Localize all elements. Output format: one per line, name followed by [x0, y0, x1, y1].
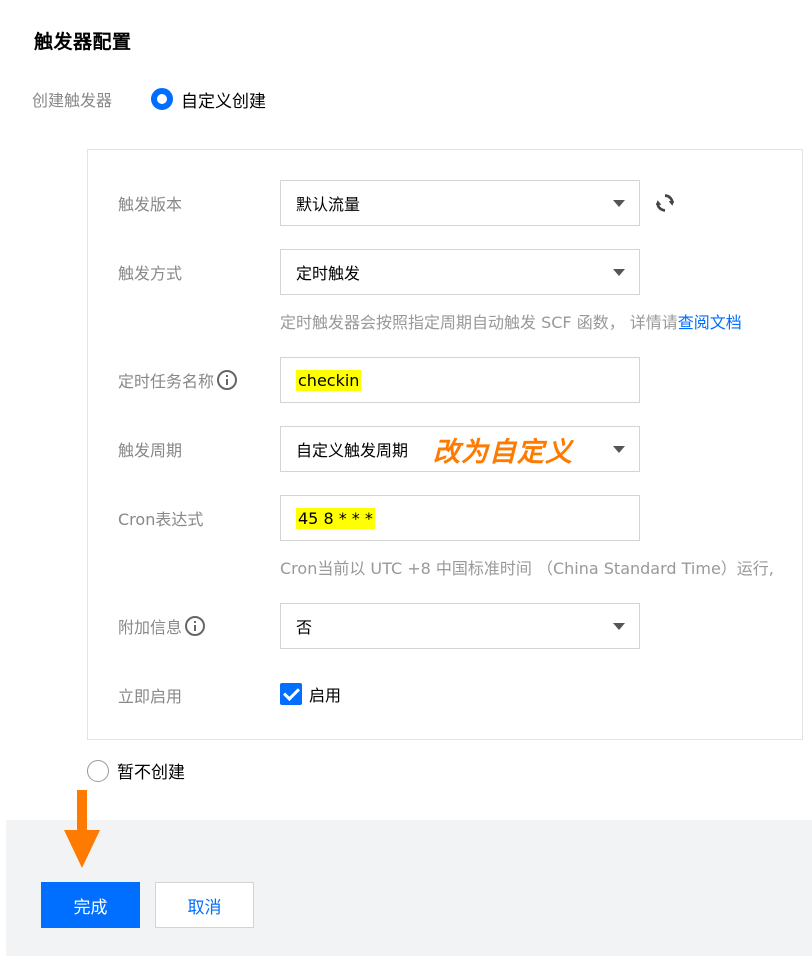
- refresh-icon[interactable]: [654, 192, 676, 214]
- period-label: 触发周期: [118, 441, 183, 460]
- method-select-value: 定时触发: [296, 264, 361, 283]
- caret-down-icon: [613, 200, 625, 207]
- skip-create-row: 暂不创建: [87, 758, 185, 783]
- task-name-input[interactable]: checkin: [280, 357, 640, 403]
- extra-select-value: 否: [296, 618, 313, 637]
- confirm-button[interactable]: 完成: [41, 882, 140, 928]
- caret-down-icon: [613, 269, 625, 276]
- version-label: 触发版本: [118, 195, 183, 214]
- radio-custom-create[interactable]: [151, 88, 173, 110]
- page-title: 触发器配置: [34, 31, 132, 53]
- method-select[interactable]: 定时触发: [280, 249, 640, 295]
- enable-checkbox-label[interactable]: 启用: [309, 682, 341, 706]
- radio-skip-create-label[interactable]: 暂不创建: [117, 758, 185, 783]
- cron-label: Cron表达式: [118, 510, 204, 529]
- cron-input[interactable]: 45 8 * * *: [280, 495, 640, 541]
- version-select[interactable]: 默认流量: [280, 180, 640, 226]
- checkmark-icon[interactable]: [280, 683, 302, 705]
- method-hint: 定时触发器会按照指定周期自动触发 SCF 函数， 详情请查阅文档: [280, 313, 742, 332]
- cancel-button[interactable]: 取消: [155, 882, 254, 928]
- info-icon[interactable]: [185, 616, 206, 636]
- task-name-label: 定时任务名称: [118, 368, 238, 392]
- enable-checkbox-group[interactable]: 启用: [280, 682, 341, 706]
- create-trigger-label: 创建触发器: [32, 91, 113, 110]
- docs-link[interactable]: 查阅文档: [678, 313, 742, 332]
- enable-label: 立即启用: [118, 687, 183, 706]
- method-label: 触发方式: [118, 264, 183, 283]
- cron-value: 45 8 * * *: [296, 507, 375, 529]
- radio-custom-create-label[interactable]: 自定义创建: [181, 87, 266, 112]
- caret-down-icon: [613, 446, 625, 453]
- annotation-text: 改为自定义: [433, 437, 573, 468]
- cron-hint: Cron当前以 UTC +8 中国标准时间 （China Standard Ti…: [280, 559, 774, 578]
- period-select-value: 自定义触发周期: [296, 441, 409, 460]
- info-icon[interactable]: [217, 370, 238, 390]
- arrow-down-icon: [64, 790, 100, 868]
- create-trigger-row: 创建触发器 自定义创建: [32, 86, 266, 112]
- caret-down-icon: [613, 623, 625, 630]
- task-name-value: checkin: [296, 369, 362, 391]
- version-select-value: 默认流量: [296, 195, 361, 214]
- radio-skip-create[interactable]: [87, 759, 109, 782]
- extra-label: 附加信息: [118, 614, 206, 638]
- extra-select[interactable]: 否: [280, 603, 640, 649]
